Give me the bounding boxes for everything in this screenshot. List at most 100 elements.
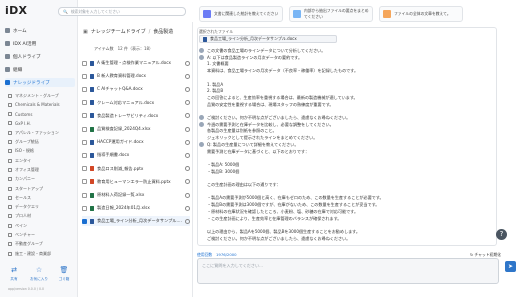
suggestion-card[interactable]: 文書に関連した統計を教えてください — [199, 6, 283, 22]
file-checkbox[interactable] — [82, 60, 87, 66]
sidebar-subitem[interactable]: エンタイ — [8, 157, 76, 164]
sidebar-subitem[interactable]: スタートアップ — [8, 185, 76, 192]
sidebar-subitem-label: Customs — [15, 111, 33, 117]
chat-message-line: この生産計画の理由は以下の通りです： — [207, 182, 281, 187]
send-button[interactable]: ➤ — [505, 261, 516, 272]
sidebar-item-personal-drive[interactable]: 個人ドライブ — [5, 52, 75, 61]
breadcrumb-root[interactable]: ナレッジチームドライブ — [91, 28, 146, 35]
sidebar-item-ai[interactable]: IDX AI活用 — [5, 39, 75, 48]
file-row[interactable]: 食品工場_ライン分析_月次データサンプル.docx — [82, 216, 190, 227]
file-action-icon[interactable] — [185, 100, 190, 106]
sidebar-subitem-label: 施工・建設・商業部 — [15, 250, 51, 256]
sidebar-subitem[interactable]: マネジメント・グループ — [8, 92, 76, 99]
help-icon[interactable]: ? — [496, 229, 507, 240]
sidebar-subitem-label: エンタイ — [15, 157, 31, 163]
file-row[interactable]: 原材料入荷記録一覧.xlsx — [82, 190, 190, 200]
file-name: 食品工場_ライン分析_月次データサンプル.docx — [97, 218, 182, 224]
sidebar-item-knowledge-drive[interactable]: ナレッジドライブ — [5, 78, 75, 87]
file-checkbox[interactable] — [82, 205, 87, 211]
file-row[interactable]: A 衛生管理・点検作業マニュアル.docx — [82, 58, 190, 68]
star-icon: ☆ — [35, 266, 43, 274]
file-checkbox[interactable] — [82, 179, 87, 185]
file-checkbox[interactable] — [82, 192, 87, 198]
file-row[interactable]: 食品製造トレーサビリティ.docx — [82, 111, 190, 121]
file-row[interactable]: 品質検査記録_2024Q4.xlsx — [82, 124, 190, 134]
sidebar-subitem[interactable]: Chemicals & Materials — [8, 101, 76, 108]
file-checkbox[interactable] — [82, 73, 87, 79]
file-action-icon[interactable] — [185, 139, 190, 145]
sidebar-subitem[interactable]: GxP I.H. — [8, 120, 76, 127]
version-label: app/version 0.0.0 / 0.0 — [8, 287, 45, 291]
chat-message-line: 各製品の生産量は別紙を参照のこと。 — [207, 128, 277, 134]
ai-icon — [5, 41, 10, 46]
sidebar-subitem[interactable]: ベンチャー — [8, 232, 76, 239]
file-action-icon[interactable] — [185, 192, 190, 198]
sidebar-item-home[interactable]: ホーム — [5, 26, 75, 35]
file-row[interactable]: 食品ロス削減_報告.pptx — [82, 164, 190, 174]
file-action-icon[interactable] — [185, 60, 190, 66]
sidebar-subitem[interactable]: アパレル・ファッション — [8, 129, 76, 136]
file-checkbox[interactable] — [82, 152, 87, 158]
file-checkbox[interactable] — [82, 86, 87, 92]
sidebar-subitem[interactable]: データクエリ — [8, 204, 76, 211]
sidebar-subitem[interactable]: カンパニー — [8, 176, 76, 183]
file-action-icon[interactable] — [185, 179, 190, 185]
file-row[interactable]: 指導手順書.docx — [82, 150, 190, 160]
sidebar-subitem[interactable]: ISO・規格 — [8, 148, 76, 155]
file-action-icon[interactable] — [185, 152, 190, 158]
suggestion-card[interactable]: ファイルの全体の文章を教えて。 — [379, 6, 463, 22]
file-action-icon[interactable] — [185, 73, 190, 79]
breadcrumb-current[interactable]: 食品製造 — [153, 28, 173, 35]
message-avatar-icon — [199, 121, 204, 127]
sidebar-subitem[interactable]: グループ統括 — [8, 139, 76, 146]
word-file-icon — [90, 60, 94, 66]
sidebar-subitem[interactable]: 不動産グループ — [8, 241, 76, 248]
trash-button[interactable]: 🗑 ゴミ箱 — [54, 266, 74, 282]
file-checkbox[interactable] — [82, 113, 87, 119]
file-action-icon[interactable] — [185, 166, 190, 172]
file-checkbox[interactable] — [82, 139, 87, 145]
sidebar-item-label: ナレッジドライブ — [13, 80, 50, 86]
file-checkbox[interactable] — [82, 100, 87, 106]
folder-icon — [8, 140, 12, 144]
file-checkbox[interactable] — [82, 166, 87, 172]
folder-icon — [8, 214, 12, 219]
search-input[interactable]: 🔍 検索対象を入力してください — [58, 7, 186, 16]
file-action-icon[interactable] — [185, 86, 190, 92]
folder-icon — [8, 177, 12, 182]
sidebar-subitem[interactable]: Customs — [8, 111, 76, 118]
selected-file-chip[interactable]: 食品工場_ライン分析_月次データサンプル.docx — [199, 35, 337, 43]
sidebar-subitem[interactable]: ペイン — [8, 222, 76, 229]
file-action-icon[interactable] — [185, 113, 190, 119]
chat-message-line: ジェネリックとして提示されたラインをまとめてください。 — [207, 135, 318, 141]
sidebar-item-org[interactable]: 組織 — [5, 65, 75, 74]
sidebar-subitem[interactable]: プロ人材 — [8, 213, 76, 220]
chat-message-line: 需要予測と在庫データに基づくと、以下のとおりです： — [207, 148, 310, 154]
suggestion-card[interactable]: 内部から抽出ファイルの要点をまとめてください — [289, 6, 373, 22]
sidebar-subitem[interactable]: セールス — [8, 194, 76, 201]
file-row[interactable]: クレーム対応マニュアル.docx — [82, 98, 190, 108]
file-row[interactable]: 教育用ヒューマンエラー防止資料.pptx — [82, 177, 190, 187]
sidebar-subitem-label: 不動産グループ — [15, 241, 43, 247]
folder-icon — [8, 195, 12, 200]
file-name: 教育用ヒューマンエラー防止資料.pptx — [97, 178, 171, 184]
excel-file-icon — [90, 126, 94, 132]
file-row[interactable]: B 新人教育資料管理.docx — [82, 71, 190, 81]
folder-icon — [8, 158, 12, 163]
sidebar-subitem[interactable]: 施工・建設・商業部 — [8, 250, 76, 257]
share-button[interactable]: ⇄ 共有 — [4, 266, 24, 282]
file-action-icon[interactable] — [185, 205, 190, 211]
knowledge-icon — [5, 80, 10, 85]
suggestion-icon — [203, 10, 211, 18]
file-action-icon[interactable] — [185, 126, 190, 132]
file-checkbox[interactable] — [82, 126, 87, 132]
favorites-button[interactable]: ☆ お気に入り — [29, 266, 49, 282]
file-row[interactable]: HACCP運用ガイド.docx — [82, 137, 190, 147]
file-row[interactable]: C AIチャットQ&A.docx — [82, 84, 190, 94]
file-checkbox[interactable] — [82, 218, 87, 224]
trash-icon: 🗑 — [59, 266, 69, 274]
file-row[interactable]: 製造日報_2024年01月.xlsx — [82, 203, 190, 213]
chat-input[interactable]: ここに質問を入力してください... — [197, 258, 499, 284]
sidebar-subitem[interactable]: オフィス管理 — [8, 166, 76, 173]
file-action-icon[interactable] — [185, 218, 190, 224]
